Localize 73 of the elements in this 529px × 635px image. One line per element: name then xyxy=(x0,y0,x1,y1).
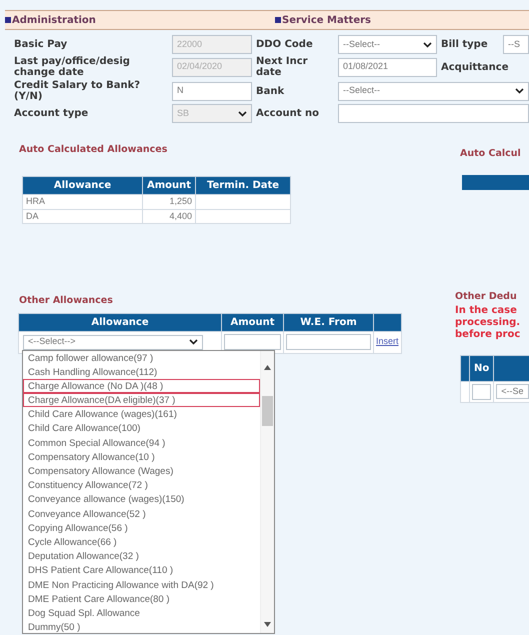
dropdown-option[interactable]: Cycle Allowance(66 ) xyxy=(23,534,260,550)
column-header: Amount xyxy=(142,176,196,195)
table-cell: DA xyxy=(22,209,142,224)
dropdown-option[interactable]: Cash Handling Allowance(112) xyxy=(23,364,260,379)
section-title: Other Allowances xyxy=(19,294,114,308)
select-field[interactable]: <--Select--> xyxy=(23,334,203,350)
field-label: DDO Code xyxy=(256,39,314,50)
field-label: Credit Salary to Bank? (Y/N) xyxy=(14,80,142,102)
table-header xyxy=(462,175,529,190)
dropdown-option[interactable]: Deputation Allowance(32 ) xyxy=(23,549,260,564)
field-label: Acquittance xyxy=(441,62,510,72)
input-field[interactable]: 01/08/2021 xyxy=(338,58,437,76)
field-label: Basic Pay xyxy=(14,39,68,50)
field-label: Last pay/office/desig change date xyxy=(14,56,131,78)
dropdown-option[interactable]: Dummy(50 ) xyxy=(23,620,260,632)
caret-icon xyxy=(423,42,432,48)
column-header: Termin. Date xyxy=(196,176,291,195)
scrollbar-thumb[interactable] xyxy=(262,396,273,426)
field-label: Bill type xyxy=(441,39,489,50)
dropdown-option[interactable]: Conveyance allowance (wages)(150) xyxy=(23,492,260,507)
caret-icon xyxy=(238,110,247,116)
section-header: Administration xyxy=(12,14,96,28)
note-text: processing. xyxy=(455,316,522,328)
dropdown-option[interactable]: Charge Allowance(DA eligible)(37 ) xyxy=(23,393,260,408)
select-field[interactable]: <--Se xyxy=(496,384,529,399)
dropdown-option[interactable]: Conveyance Allowance(52 ) xyxy=(23,506,260,521)
note-text: before proc xyxy=(455,328,522,340)
column-header: W.E. From xyxy=(284,313,374,331)
dropdown-option[interactable]: DHS Patient Care Allowance(110 ) xyxy=(23,563,260,578)
dropdown-option[interactable]: Copying Allowance(56 ) xyxy=(23,520,260,535)
dropdown-option[interactable]: Charge Allowance (No DA )(48 ) xyxy=(23,378,260,394)
caret-icon xyxy=(189,339,198,345)
select-field[interactable]: --Select-- xyxy=(338,35,437,54)
section-title: Auto Calcul xyxy=(460,147,522,161)
input-field[interactable] xyxy=(338,104,529,123)
field-label: Bank xyxy=(256,86,286,96)
square-icon xyxy=(5,17,11,23)
column-header: Allowance xyxy=(22,176,142,195)
dropdown-option[interactable]: Compensatory Allowance (Wages) xyxy=(23,464,260,478)
column-header: Amount xyxy=(222,313,284,331)
input-field[interactable] xyxy=(472,384,492,400)
square-icon xyxy=(275,17,281,23)
table-cell: 1,250 xyxy=(142,194,196,210)
table-cell: 4,400 xyxy=(142,209,196,224)
table-cell: HRA xyxy=(22,194,142,210)
column-header: Allowance xyxy=(18,313,222,331)
column-header: No xyxy=(470,355,494,381)
field-label: Next Incr date xyxy=(256,56,309,78)
dropdown-option[interactable]: DME Non Practicing Allowance with DA(92 ) xyxy=(23,578,260,592)
dropdown-option[interactable]: Camp follower allowance(97 ) xyxy=(23,350,260,365)
note-text: In the case xyxy=(455,304,518,316)
dropdown-option[interactable]: Child Care Allowance(100) xyxy=(23,421,260,436)
select-field[interactable]: --Select-- xyxy=(338,82,529,100)
section-title: Other Dedu xyxy=(455,290,518,304)
input-field[interactable] xyxy=(224,334,281,350)
caret-icon xyxy=(515,88,524,94)
dropdown-option[interactable]: Constituency Allowance(72 ) xyxy=(23,478,260,492)
scroll-up-icon[interactable] xyxy=(264,364,271,370)
dropdown-menu[interactable] xyxy=(22,350,275,634)
dropdown-option[interactable]: Child Care Allowance (wages)(161) xyxy=(23,407,260,422)
select-field[interactable]: --S xyxy=(503,35,529,54)
input-field[interactable] xyxy=(286,334,371,350)
scroll-down-icon[interactable] xyxy=(264,622,271,626)
dropdown-option[interactable]: Dog Squad Spl. Allowance xyxy=(23,606,260,620)
dropdown-option[interactable]: DME Patient Care Allowance(80 ) xyxy=(23,592,260,606)
dropdown-option[interactable]: Common Special Allowance(94 ) xyxy=(23,436,260,450)
field-label: Account no xyxy=(256,108,320,119)
scrollbar[interactable] xyxy=(260,350,274,632)
section-header: Service Matters xyxy=(282,14,371,28)
dropdown-option[interactable]: Compensatory Allowance(10 ) xyxy=(23,450,260,464)
input-field[interactable]: N xyxy=(172,82,252,100)
field-label: Account type xyxy=(14,108,90,119)
section-title: Auto Calculated Allowances xyxy=(19,143,168,157)
